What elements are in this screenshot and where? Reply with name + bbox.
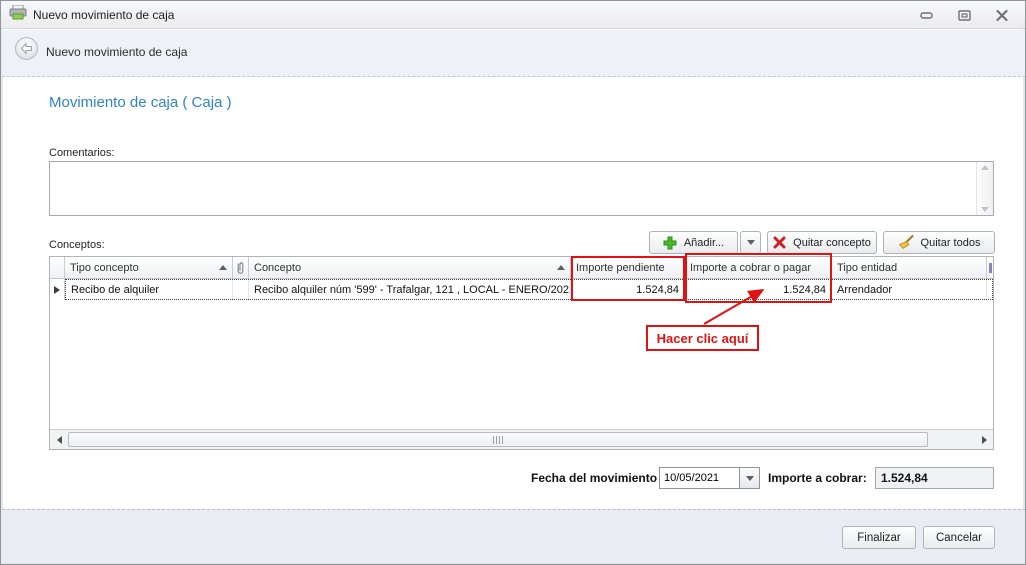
selected-row-body: Recibo de alquiler Recibo alquiler núm '…	[65, 279, 993, 300]
finish-button[interactable]: Finalizar	[842, 526, 916, 549]
printer-icon	[9, 4, 27, 25]
broom-icon	[898, 235, 914, 250]
cell-tipo-entidad[interactable]: Arrendador	[832, 280, 987, 299]
comments-container	[49, 161, 994, 216]
navigation-banner: Nuevo movimiento de caja	[2, 30, 1025, 77]
table-row[interactable]: Recibo de alquiler Recibo alquiler núm '…	[50, 279, 993, 300]
cell-tipo-concepto[interactable]: Recibo de alquiler	[66, 280, 233, 299]
movement-date-label: Fecha del movimiento	[531, 471, 658, 485]
column-header-attachment[interactable]	[233, 257, 249, 278]
horizontal-scrollbar[interactable]	[50, 429, 993, 449]
column-header-label: Importe a cobrar o pagar	[690, 261, 812, 274]
row-indicator-header	[50, 257, 65, 278]
maximize-button[interactable]	[955, 7, 973, 23]
scroll-up-icon	[981, 165, 989, 170]
plus-icon	[663, 236, 677, 249]
remove-all-label: Quitar todos	[920, 236, 981, 249]
page-title: Movimiento de caja ( Caja )	[49, 94, 232, 111]
comments-input[interactable]	[50, 162, 976, 215]
column-header-label: Importe pendiente	[576, 261, 665, 274]
remove-concept-button[interactable]: Quitar concepto	[767, 231, 877, 254]
back-arrow-icon	[20, 42, 32, 55]
dialog-footer: Finalizar Cancelar	[2, 509, 1025, 563]
row-indicator-cell	[50, 279, 65, 300]
paperclip-icon	[237, 261, 244, 274]
scroll-down-icon	[981, 207, 989, 212]
dialog-window: Nuevo movimiento de caja Nuevo movimient…	[0, 0, 1026, 565]
minimize-icon	[919, 11, 933, 19]
grid-empty-area	[50, 300, 993, 407]
scrollbar-thumb[interactable]	[68, 432, 928, 447]
scroll-left-icon	[56, 436, 62, 444]
remove-all-button[interactable]: Quitar todos	[883, 231, 995, 254]
row-pointer-icon	[54, 285, 60, 294]
cell-attachment[interactable]	[233, 280, 249, 299]
add-button[interactable]: Añadir...	[649, 231, 738, 254]
chevron-down-icon	[745, 475, 754, 481]
amount-input[interactable]	[875, 467, 994, 489]
window-title: Nuevo movimiento de caja	[33, 7, 175, 22]
sort-ascending-icon	[557, 265, 565, 270]
cancel-button[interactable]: Cancelar	[923, 526, 995, 549]
column-header-tipo-concepto[interactable]: Tipo concepto	[65, 257, 233, 278]
maximize-icon	[957, 9, 971, 21]
comments-label: Comentarios:	[49, 147, 115, 159]
truncated-cell	[987, 280, 991, 299]
comments-scrollbar[interactable]	[976, 162, 993, 215]
column-header-importe-pendiente[interactable]: Importe pendiente	[571, 257, 685, 278]
cell-concepto[interactable]: Recibo alquiler núm '599' - Trafalgar, 1…	[249, 280, 571, 299]
column-header-label: Tipo entidad	[837, 261, 898, 274]
close-icon	[996, 9, 1008, 21]
column-header-label: Tipo concepto	[70, 261, 139, 274]
grid-header-row: Tipo concepto Concepto Importe pendiente…	[50, 257, 993, 279]
scroll-right-icon	[981, 436, 987, 444]
sort-ascending-icon	[219, 265, 227, 270]
cell-importe-cobrar[interactable]: 1.524,84	[685, 280, 832, 299]
red-x-icon	[773, 236, 786, 249]
scroll-right-button[interactable]	[977, 433, 991, 447]
column-header-concepto[interactable]: Concepto	[249, 257, 571, 278]
remove-concept-label: Quitar concepto	[793, 236, 871, 249]
scrollbar-grip-icon	[492, 431, 504, 449]
truncated-icon	[989, 262, 992, 273]
date-dropdown-button[interactable]	[739, 467, 760, 489]
scroll-left-button[interactable]	[52, 433, 66, 447]
annotation-label: Hacer clic aquí	[656, 330, 749, 346]
add-button-label: Añadir...	[683, 236, 725, 249]
concepts-label: Conceptos:	[49, 239, 105, 251]
add-dropdown-button[interactable]	[740, 231, 761, 254]
column-header-importe-cobrar[interactable]: Importe a cobrar o pagar	[685, 257, 832, 278]
truncated-column-header	[987, 257, 993, 278]
movement-date-input[interactable]	[659, 467, 739, 489]
minimize-button[interactable]	[917, 7, 935, 23]
column-header-tipo-entidad[interactable]: Tipo entidad	[832, 257, 987, 278]
annotation-callout: Hacer clic aquí	[646, 325, 759, 351]
cell-importe-pendiente[interactable]: 1.524,84	[571, 280, 685, 299]
close-button[interactable]	[993, 7, 1011, 23]
chevron-down-icon	[746, 240, 755, 245]
amount-label: Importe a cobrar:	[768, 471, 867, 485]
title-bar[interactable]: Nuevo movimiento de caja	[1, 1, 1025, 29]
back-button[interactable]	[15, 37, 38, 60]
banner-title: Nuevo movimiento de caja	[46, 45, 188, 59]
column-header-label: Concepto	[254, 261, 302, 274]
concepts-grid: Tipo concepto Concepto Importe pendiente…	[49, 256, 994, 450]
